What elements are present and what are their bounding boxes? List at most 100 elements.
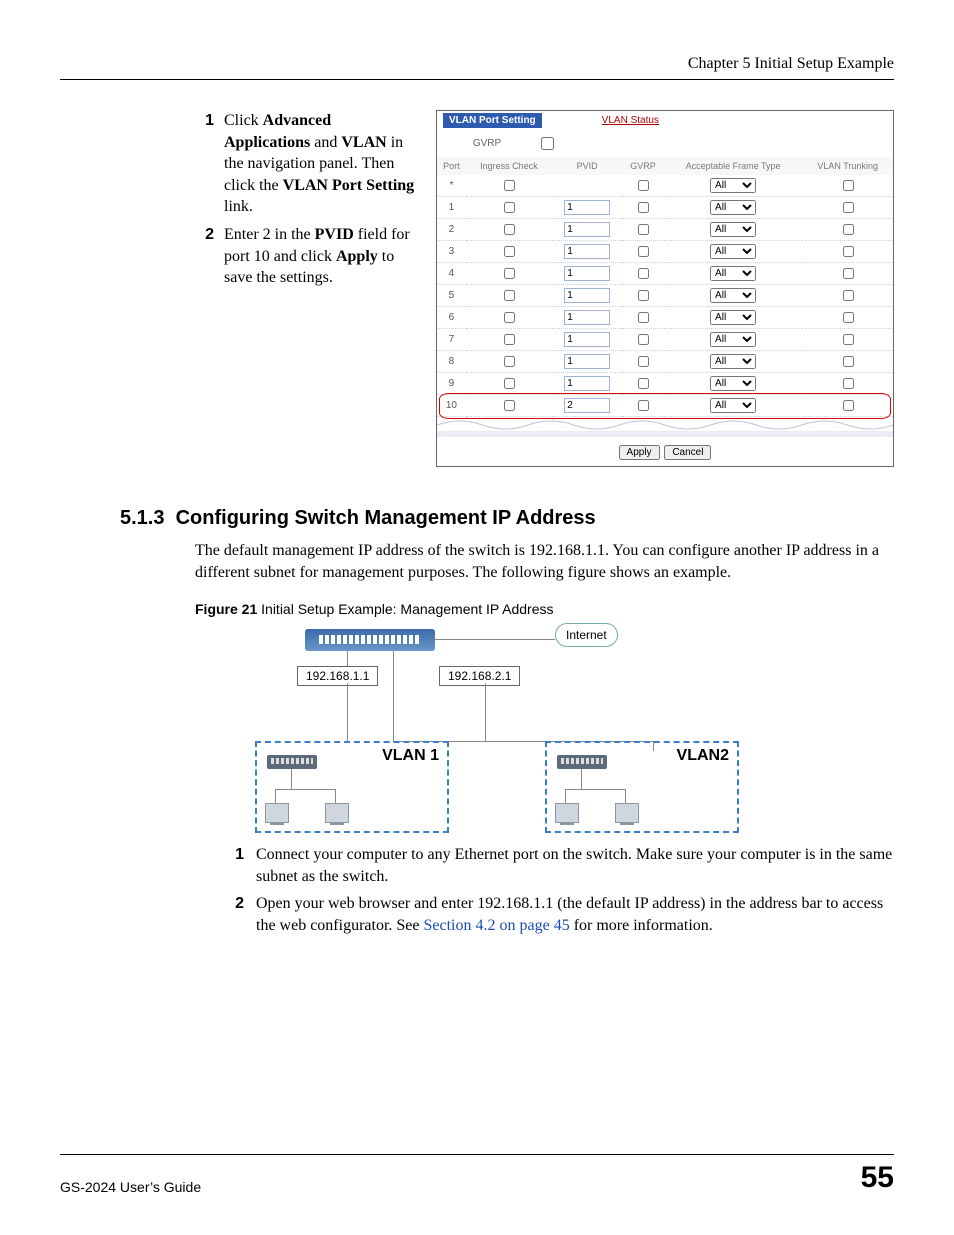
pvid-input[interactable]: [564, 376, 610, 391]
vlan-trunking-checkbox[interactable]: [843, 312, 854, 323]
port-cell: 5: [437, 285, 466, 307]
ingress-check-checkbox[interactable]: [504, 334, 515, 345]
pvid-input[interactable]: [564, 266, 610, 281]
main-switch-icon: [305, 629, 435, 651]
footer-guide-title: GS-2024 User’s Guide: [60, 1179, 201, 1195]
small-switch-icon: [267, 755, 317, 769]
frame-type-select[interactable]: All: [710, 178, 756, 193]
vlan-trunking-checkbox[interactable]: [843, 246, 854, 257]
pc-icon: [615, 803, 639, 823]
vlan-trunking-checkbox[interactable]: [843, 378, 854, 389]
frame-type-select[interactable]: All: [710, 354, 756, 369]
vlan-trunking-checkbox[interactable]: [843, 202, 854, 213]
running-header: Chapter 5 Initial Setup Example: [60, 55, 894, 80]
step-number: 1: [230, 844, 244, 887]
pvid-input[interactable]: [564, 244, 610, 259]
pvid-input[interactable]: [564, 200, 610, 215]
gvrp-row-checkbox[interactable]: [638, 400, 649, 411]
gvrp-row-checkbox[interactable]: [638, 290, 649, 301]
vlan-status-link[interactable]: VLAN Status: [602, 115, 659, 126]
vlan2-box: VLAN2: [545, 741, 739, 833]
table-row: 6 All: [437, 307, 893, 329]
vlan-trunking-checkbox[interactable]: [843, 268, 854, 279]
pvid-input[interactable]: [564, 222, 610, 237]
gvrp-row-checkbox[interactable]: [638, 224, 649, 235]
vlan1-label: VLAN 1: [382, 747, 439, 765]
cancel-button[interactable]: Cancel: [664, 445, 711, 460]
frame-type-select[interactable]: All: [710, 244, 756, 259]
frame-type-select[interactable]: All: [710, 200, 756, 215]
frame-type-select[interactable]: All: [710, 222, 756, 237]
step-number: 1: [200, 110, 214, 218]
ingress-check-checkbox[interactable]: [504, 378, 515, 389]
pvid-input[interactable]: [564, 398, 610, 413]
page-footer: GS-2024 User’s Guide 55: [60, 1154, 894, 1195]
port-cell: 10: [437, 395, 466, 417]
port-cell: 9: [437, 373, 466, 395]
section-paragraph: The default management IP address of the…: [195, 540, 894, 583]
column-header: Port: [437, 157, 466, 175]
ingress-check-checkbox[interactable]: [504, 290, 515, 301]
gvrp-row-checkbox[interactable]: [638, 180, 649, 191]
ingress-check-checkbox[interactable]: [504, 268, 515, 279]
pvid-input[interactable]: [564, 288, 610, 303]
frame-type-select[interactable]: All: [710, 332, 756, 347]
table-row: 8 All: [437, 351, 893, 373]
table-row: 5 All: [437, 285, 893, 307]
frame-type-select[interactable]: All: [710, 310, 756, 325]
vlan-trunking-checkbox[interactable]: [843, 180, 854, 191]
port-cell: 1: [437, 197, 466, 219]
frame-type-select[interactable]: All: [710, 376, 756, 391]
step-text: Enter 2 in the PVID field for port 10 an…: [224, 224, 418, 289]
vlan-trunking-checkbox[interactable]: [843, 400, 854, 411]
gvrp-row-checkbox[interactable]: [638, 334, 649, 345]
gvrp-row-checkbox[interactable]: [638, 312, 649, 323]
gvrp-row-checkbox[interactable]: [638, 268, 649, 279]
vlan-trunking-checkbox[interactable]: [843, 224, 854, 235]
table-row: 2 All: [437, 219, 893, 241]
frame-type-select[interactable]: All: [710, 398, 756, 413]
gvrp-row-checkbox[interactable]: [638, 202, 649, 213]
gvrp-label: GVRP: [437, 138, 537, 149]
ingress-check-checkbox[interactable]: [504, 224, 515, 235]
gvrp-row-checkbox[interactable]: [638, 246, 649, 257]
vlan2-label: VLAN2: [677, 747, 729, 765]
ingress-check-checkbox[interactable]: [504, 312, 515, 323]
vlan-trunking-checkbox[interactable]: [843, 334, 854, 345]
step-text: Connect your computer to any Ethernet po…: [256, 844, 894, 887]
pvid-input[interactable]: [564, 332, 610, 347]
ingress-check-checkbox[interactable]: [504, 356, 515, 367]
vlan-trunking-checkbox[interactable]: [843, 290, 854, 301]
table-row: 1 All: [437, 197, 893, 219]
step-text: Click Advanced Applications and VLAN in …: [224, 110, 418, 218]
ingress-check-checkbox[interactable]: [504, 202, 515, 213]
column-header: GVRP: [622, 157, 663, 175]
port-cell: 2: [437, 219, 466, 241]
frame-type-select[interactable]: All: [710, 288, 756, 303]
table-row: 3 All: [437, 241, 893, 263]
apply-button[interactable]: Apply: [619, 445, 660, 460]
section-number: 5.1.3: [120, 507, 164, 529]
gvrp-row-checkbox[interactable]: [638, 378, 649, 389]
port-cell: *: [437, 175, 466, 197]
figure-label: Figure 21: [195, 601, 257, 617]
ingress-check-checkbox[interactable]: [504, 180, 515, 191]
gvrp-global-checkbox[interactable]: [541, 137, 554, 150]
instruction-step: 1Click Advanced Applications and VLAN in…: [200, 110, 418, 218]
frame-type-select[interactable]: All: [710, 266, 756, 281]
page-number: 55: [861, 1161, 894, 1195]
table-row: * All: [437, 175, 893, 197]
ip-label-1: 192.168.1.1: [297, 666, 378, 686]
instruction-list-a: 1Click Advanced Applications and VLAN in…: [200, 110, 418, 289]
internet-cloud: Internet: [555, 623, 618, 647]
gvrp-row-checkbox[interactable]: [638, 356, 649, 367]
pvid-input[interactable]: [564, 354, 610, 369]
ingress-check-checkbox[interactable]: [504, 400, 515, 411]
instruction-step: 2Open your web browser and enter 192.168…: [230, 893, 894, 936]
ip-label-2: 192.168.2.1: [439, 666, 520, 686]
pvid-input[interactable]: [564, 310, 610, 325]
step-number: 2: [200, 224, 214, 289]
ingress-check-checkbox[interactable]: [504, 246, 515, 257]
torn-edge-decoration: [437, 417, 893, 431]
vlan-trunking-checkbox[interactable]: [843, 356, 854, 367]
